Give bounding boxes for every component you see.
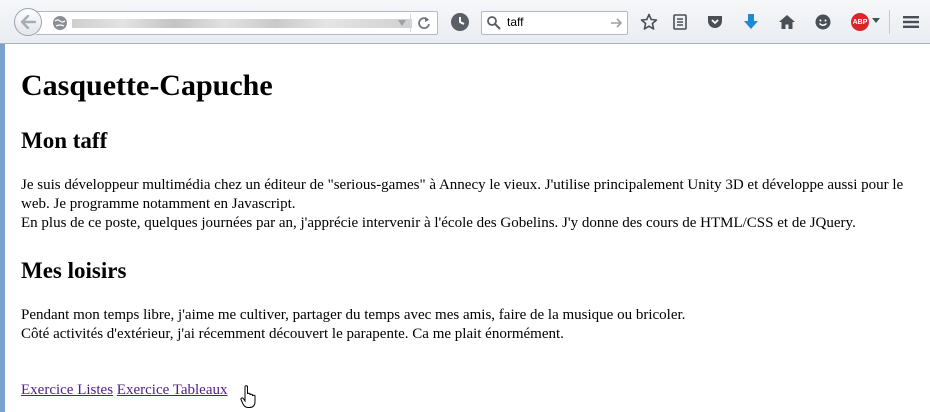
paragraph-line: Pendant mon temps libre, j'aime me culti… — [21, 307, 686, 323]
url-text-blurred — [72, 19, 412, 28]
paragraph-line: En plus de ce poste, quelques journées p… — [21, 215, 856, 231]
browser-toolbar: taff ABP — [0, 0, 930, 44]
reload-icon[interactable] — [417, 16, 431, 30]
pocket-button[interactable] — [705, 12, 725, 32]
home-icon — [779, 15, 795, 29]
hello-icon — [815, 14, 831, 30]
link-exercice-tableaux[interactable]: Exercice Tableaux — [117, 382, 228, 398]
hello-button[interactable] — [813, 12, 833, 32]
section-heading-mon-taff: Mon taff — [21, 128, 108, 153]
menu-button[interactable] — [901, 12, 921, 32]
star-icon — [640, 13, 658, 30]
home-button[interactable] — [777, 12, 797, 32]
reading-list-icon — [673, 14, 687, 30]
section-text-mon-taff: Je suis développeur multimédia chez un é… — [21, 176, 921, 233]
search-input-value[interactable]: taff — [507, 15, 523, 29]
exercise-links: Exercice Listes Exercice Tableaux — [21, 382, 228, 399]
search-icon — [487, 16, 501, 30]
search-bar[interactable]: taff — [481, 11, 628, 35]
link-exercice-listes[interactable]: Exercice Listes — [21, 382, 113, 398]
pocket-icon — [708, 16, 722, 28]
address-bar[interactable] — [36, 11, 438, 35]
url-separator — [410, 14, 411, 32]
paragraph-line: Côté activités d'extérieur, j'ai récemme… — [21, 326, 564, 342]
globe-icon — [53, 16, 67, 30]
back-button[interactable] — [14, 8, 42, 36]
bookmark-star-button[interactable] — [639, 12, 659, 32]
page-title: Casquette-Capuche — [21, 69, 273, 102]
menu-icon — [903, 16, 919, 28]
toolbar-separator — [889, 10, 890, 34]
search-go-icon[interactable] — [609, 16, 623, 30]
download-icon — [744, 14, 758, 29]
window-edge — [0, 0, 5, 412]
dropdown-arrow-icon[interactable] — [397, 18, 407, 28]
adblock-dropdown-icon[interactable] — [872, 16, 880, 24]
paragraph-line: Je suis développeur multimédia chez un é… — [21, 177, 904, 212]
download-button[interactable] — [741, 12, 761, 32]
section-text-mes-loisirs: Pendant mon temps libre, j'aime me culti… — [21, 306, 921, 344]
reading-list-button[interactable] — [670, 12, 690, 32]
adblock-plus-icon[interactable]: ABP — [851, 13, 869, 31]
hand-cursor-icon — [240, 385, 256, 408]
history-icon[interactable] — [449, 11, 471, 33]
section-heading-mes-loisirs: Mes loisirs — [21, 258, 127, 283]
back-arrow-icon — [20, 15, 36, 29]
